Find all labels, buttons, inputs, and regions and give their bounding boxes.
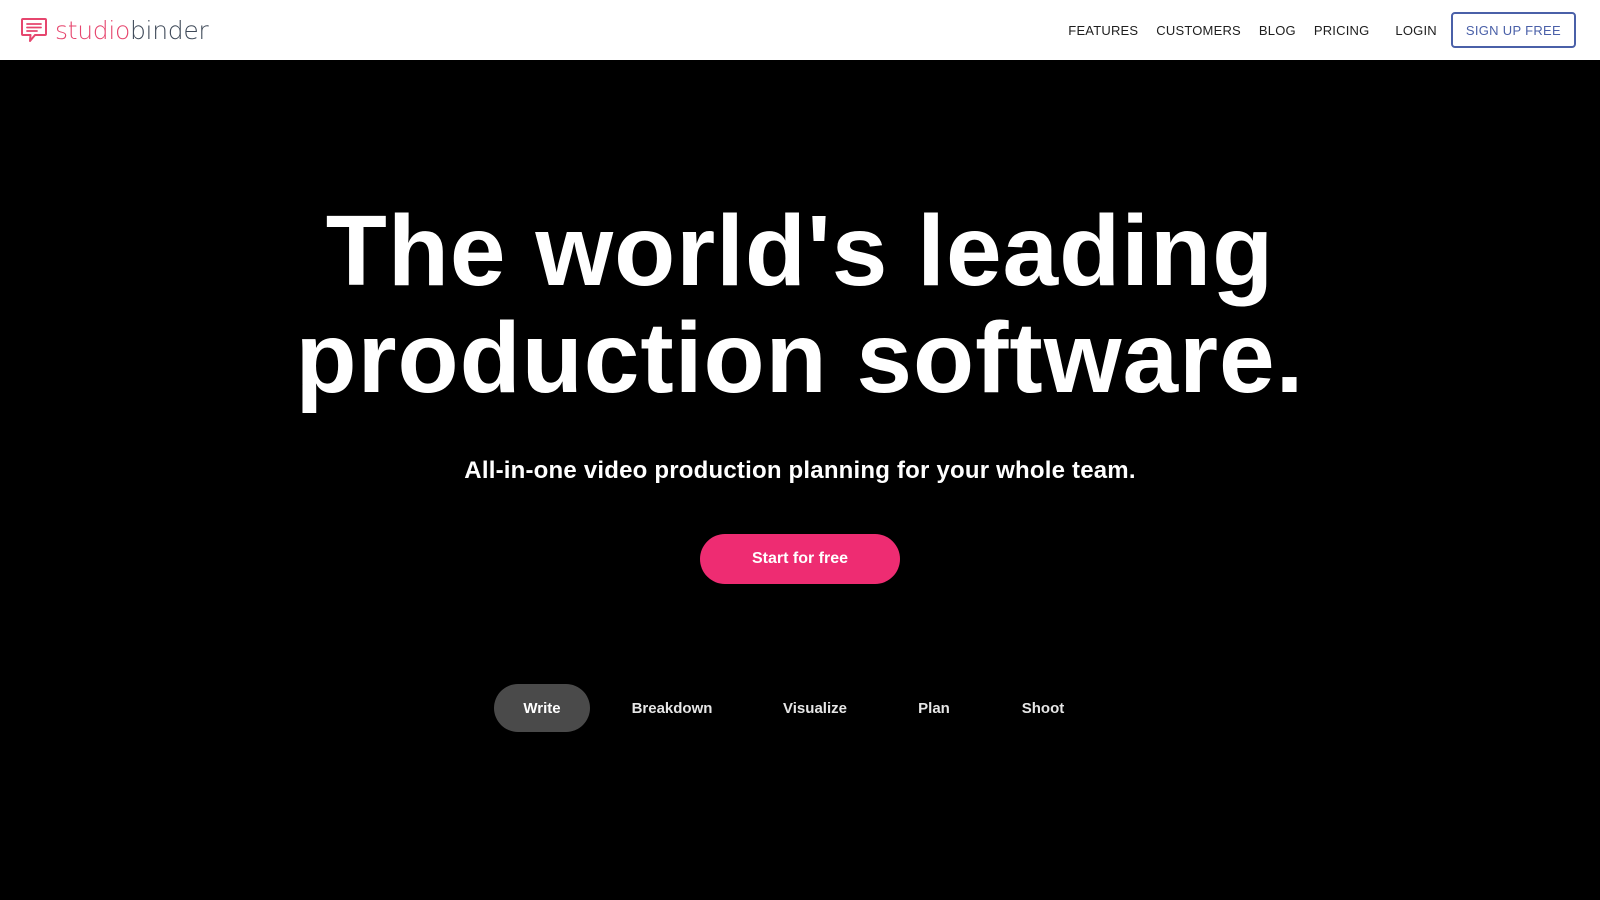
logo-wordmark: studiobinder [55,15,209,45]
hero-title: The world's leading production software. [0,198,1600,412]
hero-title-line-2: production software. [295,302,1305,414]
logo-text-binder: binder [129,15,209,45]
hero-subtitle: All-in-one video production planning for… [464,457,1136,484]
tab-breakdown[interactable]: Breakdown [590,684,754,732]
site-header: studiobinder FEATURES CUSTOMERS BLOG PRI… [0,0,1600,60]
logo-text-studio: studio [55,15,130,45]
login-link[interactable]: LOGIN [1395,23,1436,38]
tab-write[interactable]: Write [494,684,590,732]
tab-shoot[interactable]: Shoot [992,684,1094,732]
nav-pricing[interactable]: PRICING [1314,23,1370,38]
studiobinder-logo[interactable]: studiobinder [20,15,209,45]
main-nav: FEATURES CUSTOMERS BLOG PRICING LOGIN SI… [1068,0,1576,60]
hero-title-line-1: The world's leading [325,195,1275,307]
start-for-free-button[interactable]: Start for free [700,534,900,584]
feature-tabs: Write Breakdown Visualize Plan Shoot [494,684,1094,732]
nav-blog[interactable]: BLOG [1259,23,1296,38]
nav-customers[interactable]: CUSTOMERS [1156,23,1241,38]
tab-plan[interactable]: Plan [876,684,992,732]
speech-bubble-icon [20,16,48,44]
tab-visualize[interactable]: Visualize [754,684,876,732]
nav-features[interactable]: FEATURES [1068,23,1138,38]
sign-up-free-button[interactable]: SIGN UP FREE [1450,12,1576,48]
